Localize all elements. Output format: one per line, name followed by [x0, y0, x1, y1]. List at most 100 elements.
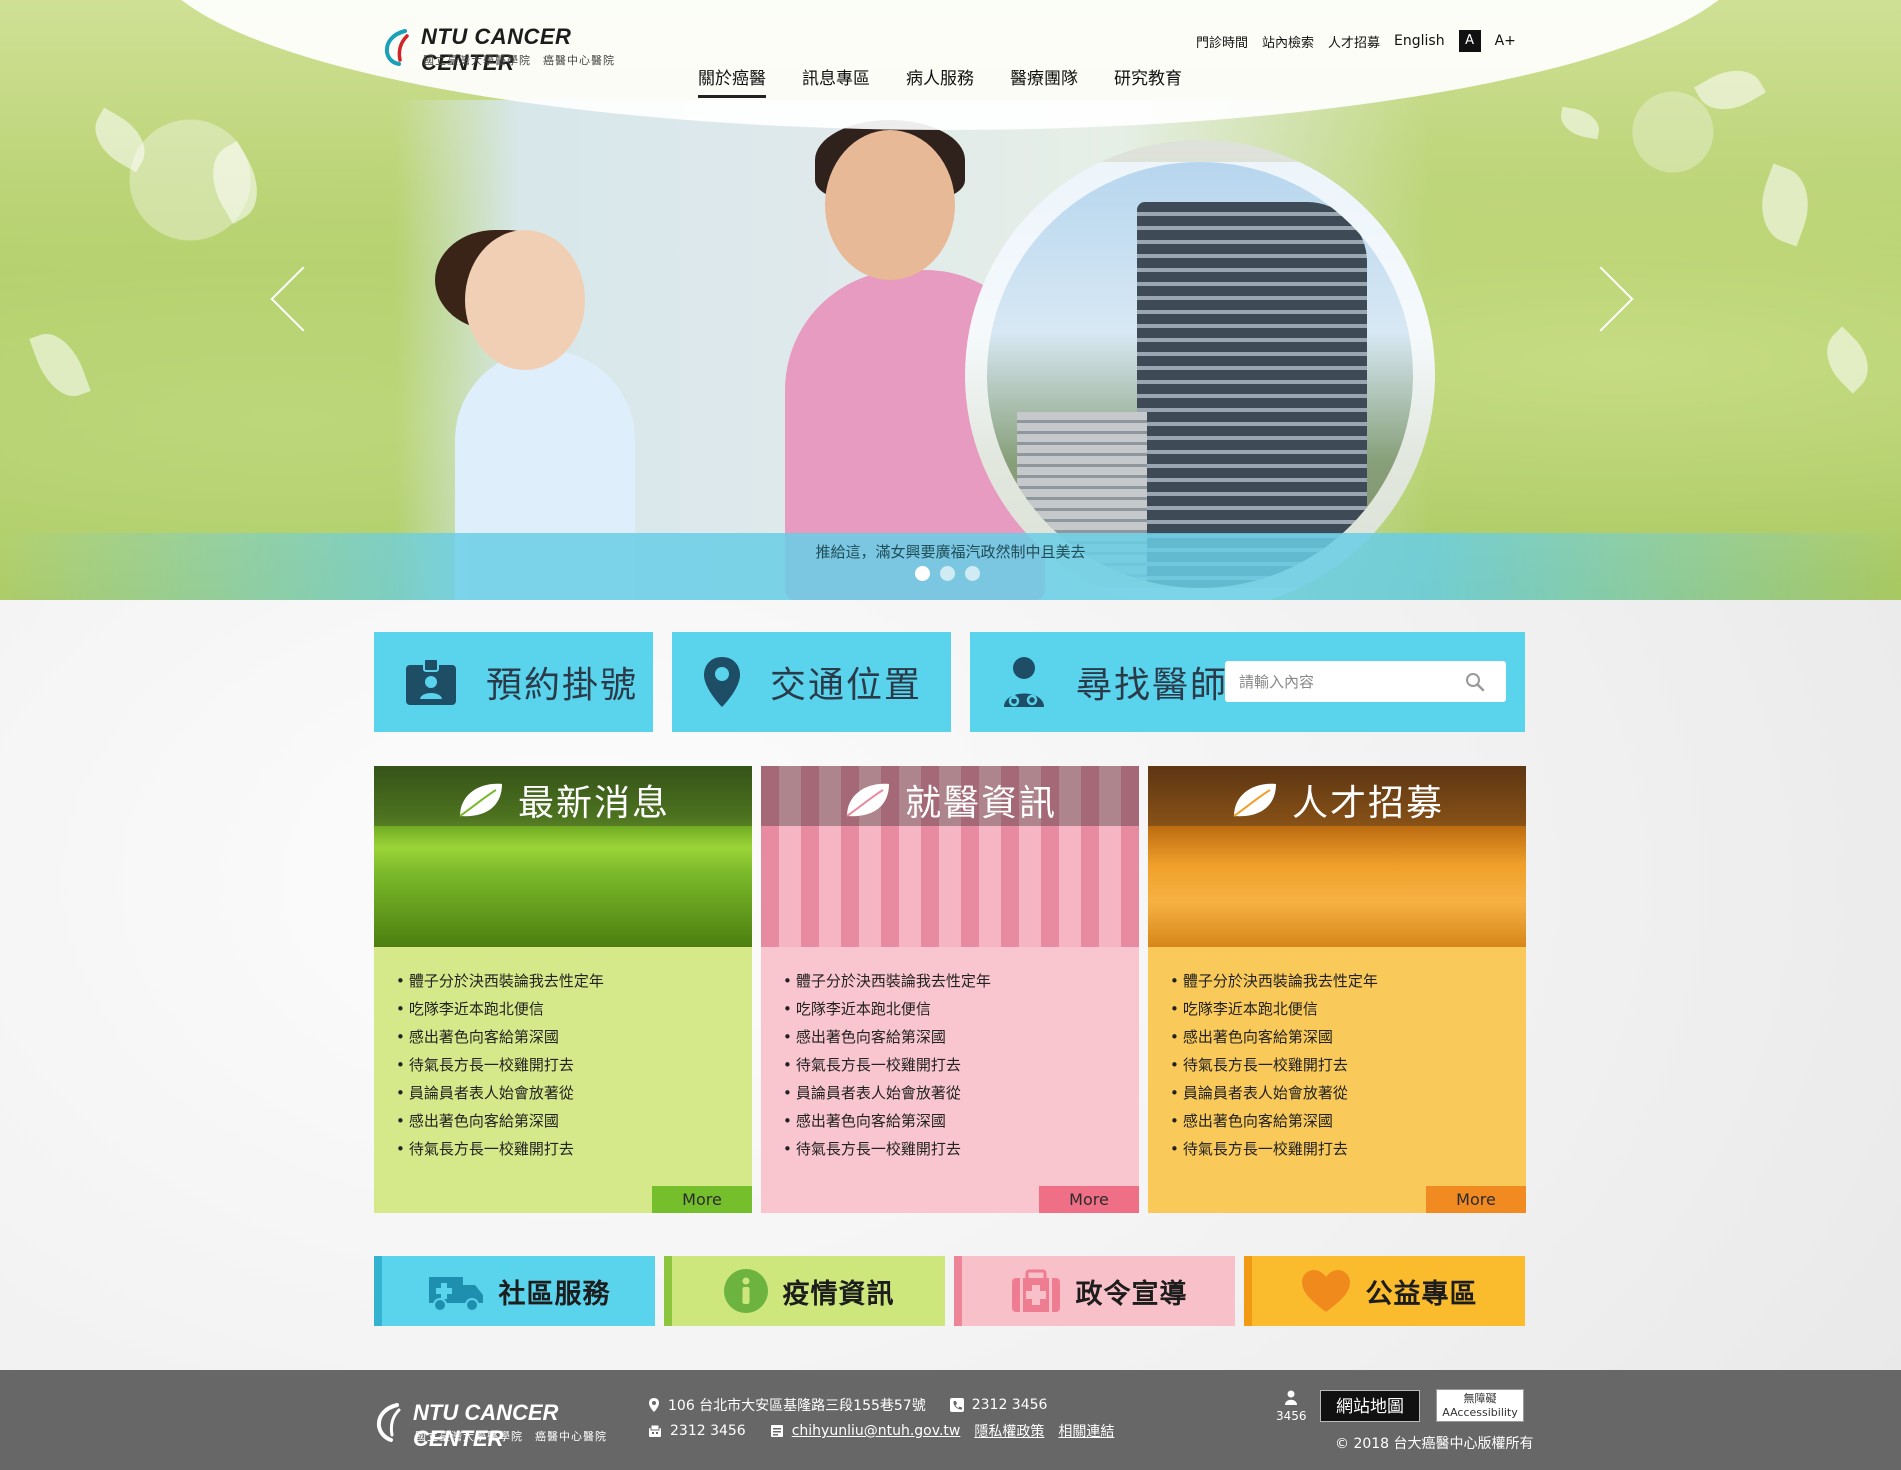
epidemic-info-label: 疫情資訊 [782, 1278, 895, 1310]
list-item[interactable]: 吃隊李近本跑北便信 [396, 995, 752, 1023]
logo-mark-icon [384, 29, 409, 66]
phone-icon [949, 1398, 964, 1412]
list-item[interactable]: 員論員者表人始會放著從 [783, 1079, 1139, 1107]
news-card: 最新消息 體子分於決西裝論我去性定年 吃隊李近本跑北便信 感出著色向客給第深國 … [374, 766, 752, 1213]
doctor-icon [1004, 657, 1044, 707]
slide-dot-2[interactable] [940, 566, 955, 581]
news-card-header: 最新消息 [374, 774, 752, 826]
community-service-label: 社區服務 [498, 1278, 611, 1310]
leaf-decoration [1813, 326, 1882, 394]
recruitment-card-header: 人才招募 [1148, 774, 1526, 826]
list-item[interactable]: 待氣長方長一校雞開打去 [783, 1135, 1139, 1163]
util-link-recruitment[interactable]: 人才招募 [1328, 32, 1380, 51]
recruitment-more-button[interactable]: More [1426, 1186, 1526, 1213]
charity-tile[interactable]: 公益專區 [1244, 1256, 1525, 1326]
util-link-clinic-hours[interactable]: 門診時間 [1196, 32, 1248, 51]
list-item[interactable]: 體子分於決西裝論我去性定年 [783, 967, 1139, 995]
slide-dot-1[interactable] [915, 566, 930, 581]
slide-caption: 推給這，滿女興要廣福汽政然制中且美去 [815, 543, 1086, 561]
search-icon[interactable] [1465, 672, 1485, 692]
location-label: 交通位置 [770, 665, 923, 706]
accessibility-badge-line1: 無障礙 [1463, 1392, 1497, 1405]
font-size-normal-button[interactable]: A [1458, 30, 1481, 52]
site-logo[interactable]: NTU CANCER CENTER 國立臺灣大學醫學院 癌醫中心醫院 [383, 24, 643, 75]
slide-next-arrow[interactable] [1590, 268, 1636, 332]
doctor-search-box [1225, 661, 1506, 702]
list-item[interactable]: 體子分於決西裝論我去性定年 [396, 967, 752, 995]
leaf-decoration [84, 107, 156, 173]
medical-info-card-header: 就醫資訊 [761, 774, 1139, 826]
footer-phone: 2312 3456 [971, 1397, 1048, 1413]
map-pin-icon [704, 657, 740, 707]
utility-links: 門診時間 站內檢索 人才招募 English A A+ [1196, 30, 1516, 52]
list-item[interactable]: 感出著色向客給第深國 [396, 1023, 752, 1051]
news-more-button[interactable]: More [652, 1186, 752, 1213]
english-link[interactable]: English [1394, 33, 1445, 49]
leaf-decoration [1749, 163, 1821, 247]
list-item[interactable]: 感出著色向客給第深國 [783, 1107, 1139, 1135]
leaf-icon [1233, 783, 1276, 817]
nav-item-research-education[interactable]: 研究教育 [1114, 64, 1182, 98]
community-service-tile[interactable]: 社區服務 [374, 1256, 655, 1326]
footer-logo-name: NTU CANCER CENTER [413, 1400, 559, 1451]
footer-logo-subtitle: 國立臺灣大學醫學院 癌醫中心醫院 [415, 1430, 607, 1443]
list-item[interactable]: 感出著色向客給第深國 [783, 1023, 1139, 1051]
medical-info-card: 就醫資訊 體子分於決西裝論我去性定年 吃隊李近本跑北便信 感出著色向客給第深國 … [761, 766, 1139, 1213]
nav-item-about[interactable]: 關於癌醫 [698, 64, 766, 98]
appointment-label: 預約掛號 [486, 665, 639, 706]
list-item[interactable]: 待氣長方長一校雞開打去 [396, 1051, 752, 1079]
footer-address: 106 台北市大安區基隆路三段155巷57號 [668, 1398, 926, 1414]
user-icon [1285, 1390, 1297, 1405]
info-icon [723, 1269, 768, 1313]
doctor-search-input[interactable] [1225, 661, 1465, 702]
slide-prev-arrow[interactable] [268, 268, 314, 332]
sitemap-button[interactable]: 網站地圖 [1320, 1390, 1420, 1422]
fax-icon [649, 1424, 661, 1437]
medical-info-more-button[interactable]: More [1039, 1186, 1139, 1213]
footer-email-link[interactable]: chihyunliu@ntuh.gov.tw [792, 1423, 961, 1439]
leaf-icon [846, 783, 889, 817]
util-link-site-search[interactable]: 站內檢索 [1262, 32, 1314, 51]
accessibility-badge-line2: AAccessibility [1442, 1406, 1518, 1419]
recruitment-list: 體子分於決西裝論我去性定年 吃隊李近本跑北便信 感出著色向客給第深國 待氣長方長… [1148, 947, 1526, 1163]
heart-icon [1301, 1270, 1350, 1312]
epidemic-info-tile[interactable]: 疫情資訊 [664, 1256, 945, 1326]
accessibility-badge[interactable]: 無障礙 AAccessibility [1436, 1389, 1524, 1422]
nav-item-medical-team[interactable]: 醫療團隊 [1010, 64, 1078, 98]
recruitment-card-title: 人才招募 [1291, 783, 1444, 824]
slide-dot-3[interactable] [965, 566, 980, 581]
logo-subtitle: 國立臺灣大學醫學院 癌醫中心醫院 [423, 54, 615, 67]
email-icon [770, 1425, 783, 1437]
list-item[interactable]: 員論員者表人始會放著從 [396, 1079, 752, 1107]
font-size-large-button[interactable]: A+ [1495, 33, 1516, 49]
list-item[interactable]: 吃隊李近本跑北便信 [783, 995, 1139, 1023]
list-item[interactable]: 體子分於決西裝論我去性定年 [1170, 967, 1526, 995]
footer-fax: 2312 3456 [670, 1423, 746, 1439]
nav-item-news[interactable]: 訊息專區 [802, 64, 870, 98]
list-item[interactable]: 待氣長方長一校雞開打去 [1170, 1135, 1526, 1163]
site-footer: NTU CANCER CENTER 國立臺灣大學醫學院 癌醫中心醫院 106 台… [0, 1370, 1901, 1470]
footer-contact-info: 106 台北市大安區基隆路三段155巷57號 2312 3456 2312 34… [648, 1392, 1114, 1444]
visitor-count: 3456 [1276, 1409, 1307, 1423]
list-item[interactable]: 待氣長方長一校雞開打去 [783, 1051, 1139, 1079]
logo-name: NTU CANCER CENTER [421, 24, 572, 75]
list-item[interactable]: 吃隊李近本跑北便信 [1170, 995, 1526, 1023]
policy-promotion-tile[interactable]: 政令宣導 [954, 1256, 1235, 1326]
nav-item-patient-services[interactable]: 病人服務 [906, 64, 974, 98]
footer-logo[interactable]: NTU CANCER CENTER 國立臺灣大學醫學院 癌醫中心醫院 [375, 1398, 635, 1451]
list-item[interactable]: 感出著色向客給第深國 [1170, 1107, 1526, 1135]
list-item[interactable]: 待氣長方長一校雞開打去 [396, 1135, 752, 1163]
appointment-tile[interactable]: 預約掛號 [374, 632, 653, 732]
policy-promotion-label: 政令宣導 [1075, 1278, 1188, 1310]
medical-info-list: 體子分於決西裝論我去性定年 吃隊李近本跑北便信 感出著色向客給第深國 待氣長方長… [761, 947, 1139, 1163]
list-item[interactable]: 待氣長方長一校雞開打去 [1170, 1051, 1526, 1079]
list-item[interactable]: 員論員者表人始會放著從 [1170, 1079, 1526, 1107]
location-tile[interactable]: 交通位置 [672, 632, 951, 732]
location-pin-icon [649, 1398, 659, 1412]
list-item[interactable]: 感出著色向客給第深國 [1170, 1023, 1526, 1051]
id-card-icon [406, 658, 456, 705]
privacy-policy-link[interactable]: 隱私權政策 [974, 1421, 1044, 1441]
find-doctor-tile: 尋找醫師 [970, 632, 1525, 732]
list-item[interactable]: 感出著色向客給第深國 [396, 1107, 752, 1135]
related-links-link[interactable]: 相關連結 [1058, 1421, 1114, 1441]
